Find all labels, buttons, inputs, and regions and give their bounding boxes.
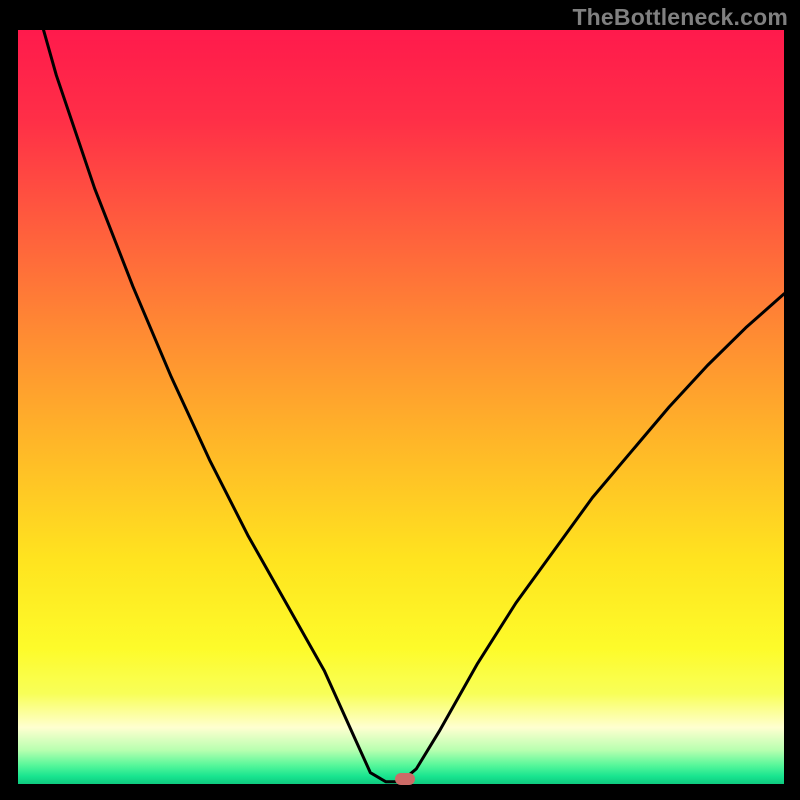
chart-svg [18,30,784,784]
watermark-text: TheBottleneck.com [572,4,788,31]
plot-area [18,30,784,784]
chart-frame: TheBottleneck.com [0,0,800,800]
optimal-marker [395,773,415,785]
